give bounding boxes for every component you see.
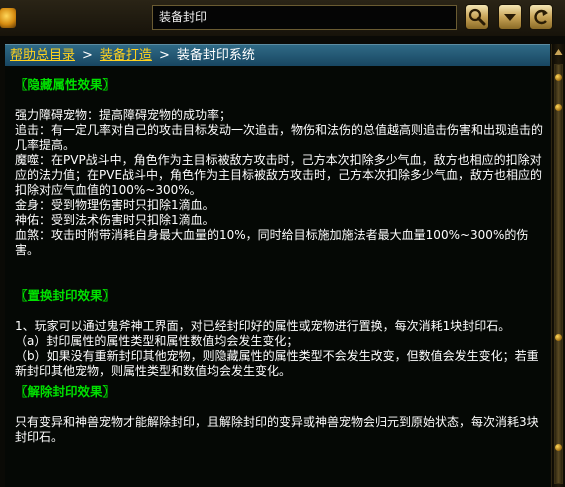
search-input[interactable]: 装备封印 [152,5,457,30]
text-line: 血煞：攻击时附带消耗自身最大血量的10%，同时给目标施加施法者最大血量100%~… [15,228,529,257]
breadcrumb-link-help-index[interactable]: 帮助总目录 [10,48,75,63]
breadcrumb-link-equipment-forging[interactable]: 装备打造 [100,48,152,63]
text-line: 1、玩家可以通过鬼斧神工界面，对已经封印好的属性或宠物进行置换，每次消耗1块封印… [15,319,511,333]
gold-gem-icon [0,8,16,28]
text-line: 强力障碍宠物：提高障碍宠物的成功率； [15,108,232,122]
ornament-bead-icon [555,444,562,451]
text-line: （b）如果没有重新封印其他宠物，则隐藏属性的属性类型不会发生改变，但数值会发生变… [15,349,539,378]
back-button[interactable] [529,4,553,30]
magnifier-icon [468,8,486,26]
ornament-bead-icon [555,334,562,341]
top-toolbar: 装备封印 [0,0,565,36]
breadcrumb-separator: > [158,48,170,63]
text-line: （a）封印属性的属性类型和属性数值均会发生变化； [15,334,299,348]
text-line: 神佑：受到法术伤害时只扣除1滴血。 [15,213,215,227]
scroll-up-button[interactable] [553,44,564,60]
vertical-scrollbar[interactable] [551,44,565,487]
ornament-bead-icon [555,74,562,81]
dropdown-button[interactable] [498,4,522,30]
scroll-thumb[interactable] [554,64,563,484]
search-button[interactable] [465,4,489,30]
section-heading-hidden-attr: 〖隐藏属性效果〗 [15,77,116,92]
breadcrumb-current: 装备封印系统 [176,48,255,63]
text-line: 魔噬：在PVP战斗中，角色作为主目标被敌方攻击时，己方本次扣除多少气血，敌方也相… [15,153,543,197]
help-content: 〖隐藏属性效果〗 强力障碍宠物：提高障碍宠物的成功率； 追击：有一定几率对自己的… [5,66,550,487]
breadcrumb: 帮助总目录 > 装备打造 > 装备封印系统 [5,44,550,66]
breadcrumb-separator: > [82,48,93,63]
ornament-bead-icon [555,104,562,111]
chevron-down-icon [504,14,516,21]
section-heading-replace-seal: 〖置换封印效果〗 [15,288,116,303]
section-heading-remove-seal: 〖解除封印效果〗 [15,384,116,399]
text-line: 追击：有一定几率对自己的攻击目标发动一次追击，物伤和法伤的总值越高则追击伤害和出… [15,123,544,152]
back-arrow-icon [534,9,548,25]
text-line: 金身：受到物理伤害时只扣除1滴血。 [15,198,215,212]
arrow-up-icon [554,49,563,55]
text-line: 只有变异和神兽宠物才能解除封印，且解除封印的变异或神兽宠物会归元到原始状态，每次… [15,415,539,444]
